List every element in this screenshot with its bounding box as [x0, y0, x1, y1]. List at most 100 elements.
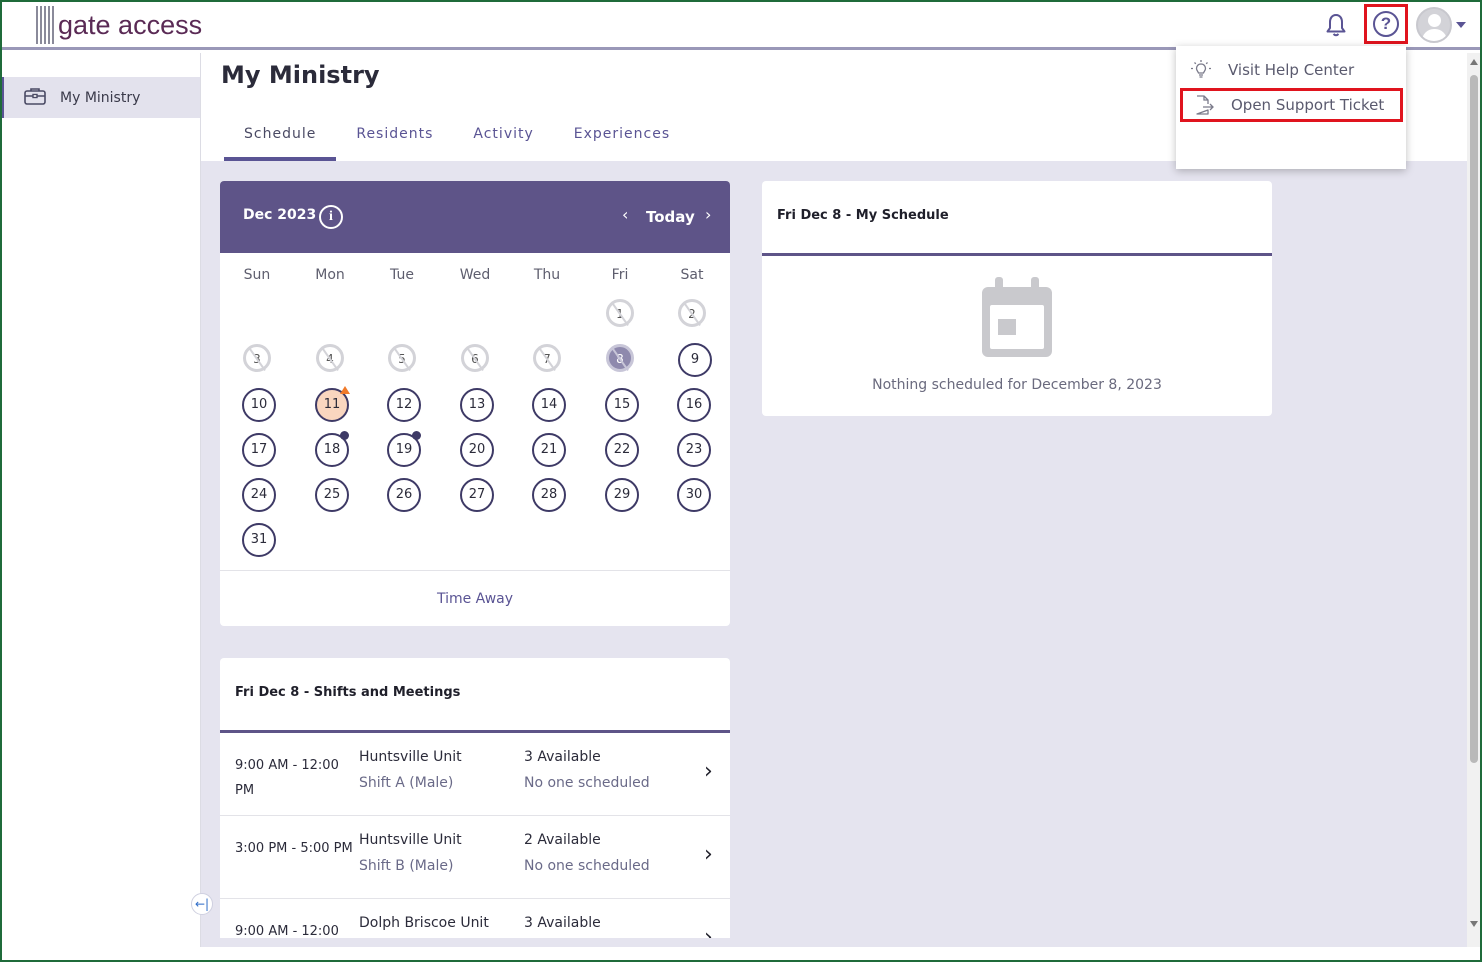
calendar-day[interactable]: 14	[532, 388, 566, 422]
help-button[interactable]: ?	[1364, 4, 1408, 44]
shifts-card: Fri Dec 8 - Shifts and Meetings 9:00 AM …	[220, 658, 730, 938]
calendar-day[interactable]: 25	[315, 478, 349, 512]
shift-row[interactable]: 9:00 AM - 12:00 Dolph Briscoe Unit 3 Ava…	[220, 899, 730, 938]
tab-activity[interactable]: Activity	[453, 115, 553, 161]
shift-row[interactable]: 9:00 AM - 12:00 PM Huntsville Unit Shift…	[220, 733, 730, 816]
shift-unit: Huntsville Unit	[359, 832, 462, 848]
calendar-icon	[982, 277, 1052, 357]
calendar-day-past: 7	[533, 344, 561, 372]
shift-name: Shift A (Male)	[359, 775, 454, 791]
page-scrollbar[interactable]	[1467, 53, 1482, 947]
calendar-day[interactable]: 20	[460, 433, 494, 467]
calendar-day-past: 6	[461, 344, 489, 372]
shift-time: 9:00 AM - 12:00	[235, 924, 339, 938]
briefcase-icon	[24, 87, 46, 109]
calendar-day[interactable]: 15	[605, 388, 639, 422]
shift-scheduled: No one scheduled	[524, 858, 650, 874]
chevron-right-icon[interactable]: ›	[704, 759, 713, 784]
calendar-day-past: 3	[243, 344, 271, 372]
calendar-day[interactable]: 31	[242, 523, 276, 557]
chevron-right-icon[interactable]: ›	[704, 842, 713, 867]
shifts-title: Fri Dec 8 - Shifts and Meetings	[235, 685, 461, 700]
menu-item-label: Visit Help Center	[1228, 61, 1355, 79]
sidebar-item-my-ministry[interactable]: My Ministry	[0, 77, 200, 118]
tab-residents[interactable]: Residents	[336, 115, 453, 161]
empty-schedule-text: Nothing scheduled for December 8, 2023	[872, 377, 1162, 393]
calendar-day[interactable]: 10	[242, 388, 276, 422]
shift-name: Shift B (Male)	[359, 858, 454, 874]
chevron-down-icon[interactable]	[1456, 22, 1466, 28]
shift-available: 2 Available	[524, 832, 601, 848]
shift-time: 3:00 PM - 5:00 PM	[235, 841, 353, 856]
chevron-right-icon[interactable]: ›	[705, 205, 711, 224]
chevron-right-icon[interactable]: ›	[704, 925, 713, 938]
logo-bars-icon	[36, 6, 54, 44]
menu-item-label: Open Support Ticket	[1231, 96, 1385, 114]
calendar-day[interactable]: 9	[678, 343, 712, 377]
calendar-day[interactable]: 13	[460, 388, 494, 422]
calendar-day[interactable]: 24	[242, 478, 276, 512]
page-title: My Ministry	[221, 61, 380, 89]
info-icon[interactable]: i	[319, 205, 343, 229]
calendar-day[interactable]: 23	[677, 433, 711, 467]
today-button[interactable]: Today	[646, 208, 695, 226]
calendar-day[interactable]: 29	[605, 478, 639, 512]
shift-row[interactable]: 3:00 PM - 5:00 PM Huntsville Unit Shift …	[220, 816, 730, 899]
schedule-title: Fri Dec 8 - My Schedule	[777, 208, 949, 223]
scroll-down-icon[interactable]	[1470, 921, 1478, 927]
weekday-label: Tue	[390, 267, 414, 283]
calendar-day[interactable]: 12	[387, 388, 421, 422]
my-schedule-card: Fri Dec 8 - My Schedule Nothing schedule…	[762, 181, 1272, 416]
calendar-day[interactable]: 27	[460, 478, 494, 512]
calendar-day-past: 5	[388, 344, 416, 372]
top-bar: gate access ?	[0, 0, 1482, 50]
avatar[interactable]	[1416, 7, 1452, 43]
calendar-day[interactable]: 21	[532, 433, 566, 467]
shift-available: 3 Available	[524, 749, 601, 765]
shift-unit: Huntsville Unit	[359, 749, 462, 765]
shift-unit: Dolph Briscoe Unit	[359, 915, 489, 931]
calendar-day[interactable]: 16	[677, 388, 711, 422]
time-away-link[interactable]: Time Away	[220, 570, 730, 626]
calendar-card: Dec 2023 i ‹ Today › Sun Mon Tue Wed Thu…	[220, 181, 730, 626]
calendar-day[interactable]: 30	[677, 478, 711, 512]
weekday-label: Sat	[680, 267, 704, 283]
weekday-label: Mon	[315, 267, 345, 283]
scroll-thumb[interactable]	[1470, 75, 1478, 763]
shift-scheduled: No one scheduled	[524, 775, 650, 791]
shift-time: 9:00 AM - 12:00 PM	[235, 758, 339, 798]
sidebar: My Ministry	[0, 53, 201, 947]
sidebar-item-label: My Ministry	[60, 89, 141, 106]
calendar-day[interactable]: 28	[532, 478, 566, 512]
calendar-day-past: 2	[678, 299, 706, 327]
calendar-day[interactable]: 26	[387, 478, 421, 512]
calendar-day[interactable]: 17	[242, 433, 276, 467]
calendar-month: Dec 2023	[243, 207, 317, 223]
event-dot-icon	[412, 431, 421, 440]
logo-text: gate access	[58, 9, 203, 40]
divider	[762, 253, 1272, 256]
calendar-day[interactable]: 22	[605, 433, 639, 467]
alert-triangle-icon	[340, 386, 350, 394]
shift-available: 3 Available	[524, 915, 601, 931]
chevron-left-icon[interactable]: ‹	[622, 205, 628, 224]
calendar-day-past: 1	[606, 299, 634, 327]
visit-help-center-item[interactable]: Visit Help Center	[1180, 53, 1403, 87]
calendar-day-past: 4	[316, 344, 344, 372]
help-menu: Visit Help Center Open Support Ticket	[1176, 46, 1406, 169]
tab-experiences[interactable]: Experiences	[554, 115, 690, 161]
lightbulb-icon	[1190, 59, 1212, 81]
open-support-ticket-item[interactable]: Open Support Ticket	[1180, 88, 1403, 122]
notification-bell-icon[interactable]	[1324, 12, 1348, 38]
tab-bar: Schedule Residents Activity Experiences	[224, 115, 690, 161]
weekday-label: Sun	[243, 267, 271, 283]
weekday-label: Thu	[533, 267, 561, 283]
calendar-header: Dec 2023 i ‹ Today ›	[220, 181, 730, 253]
question-mark-icon: ?	[1373, 11, 1399, 37]
logo[interactable]: gate access	[36, 6, 202, 44]
calendar-day-selected[interactable]: 8	[606, 344, 634, 372]
collapse-sidebar-icon[interactable]: ←|	[191, 893, 213, 915]
weekday-label: Wed	[459, 267, 491, 283]
scroll-up-icon[interactable]	[1470, 59, 1478, 65]
tab-schedule[interactable]: Schedule	[224, 115, 337, 161]
